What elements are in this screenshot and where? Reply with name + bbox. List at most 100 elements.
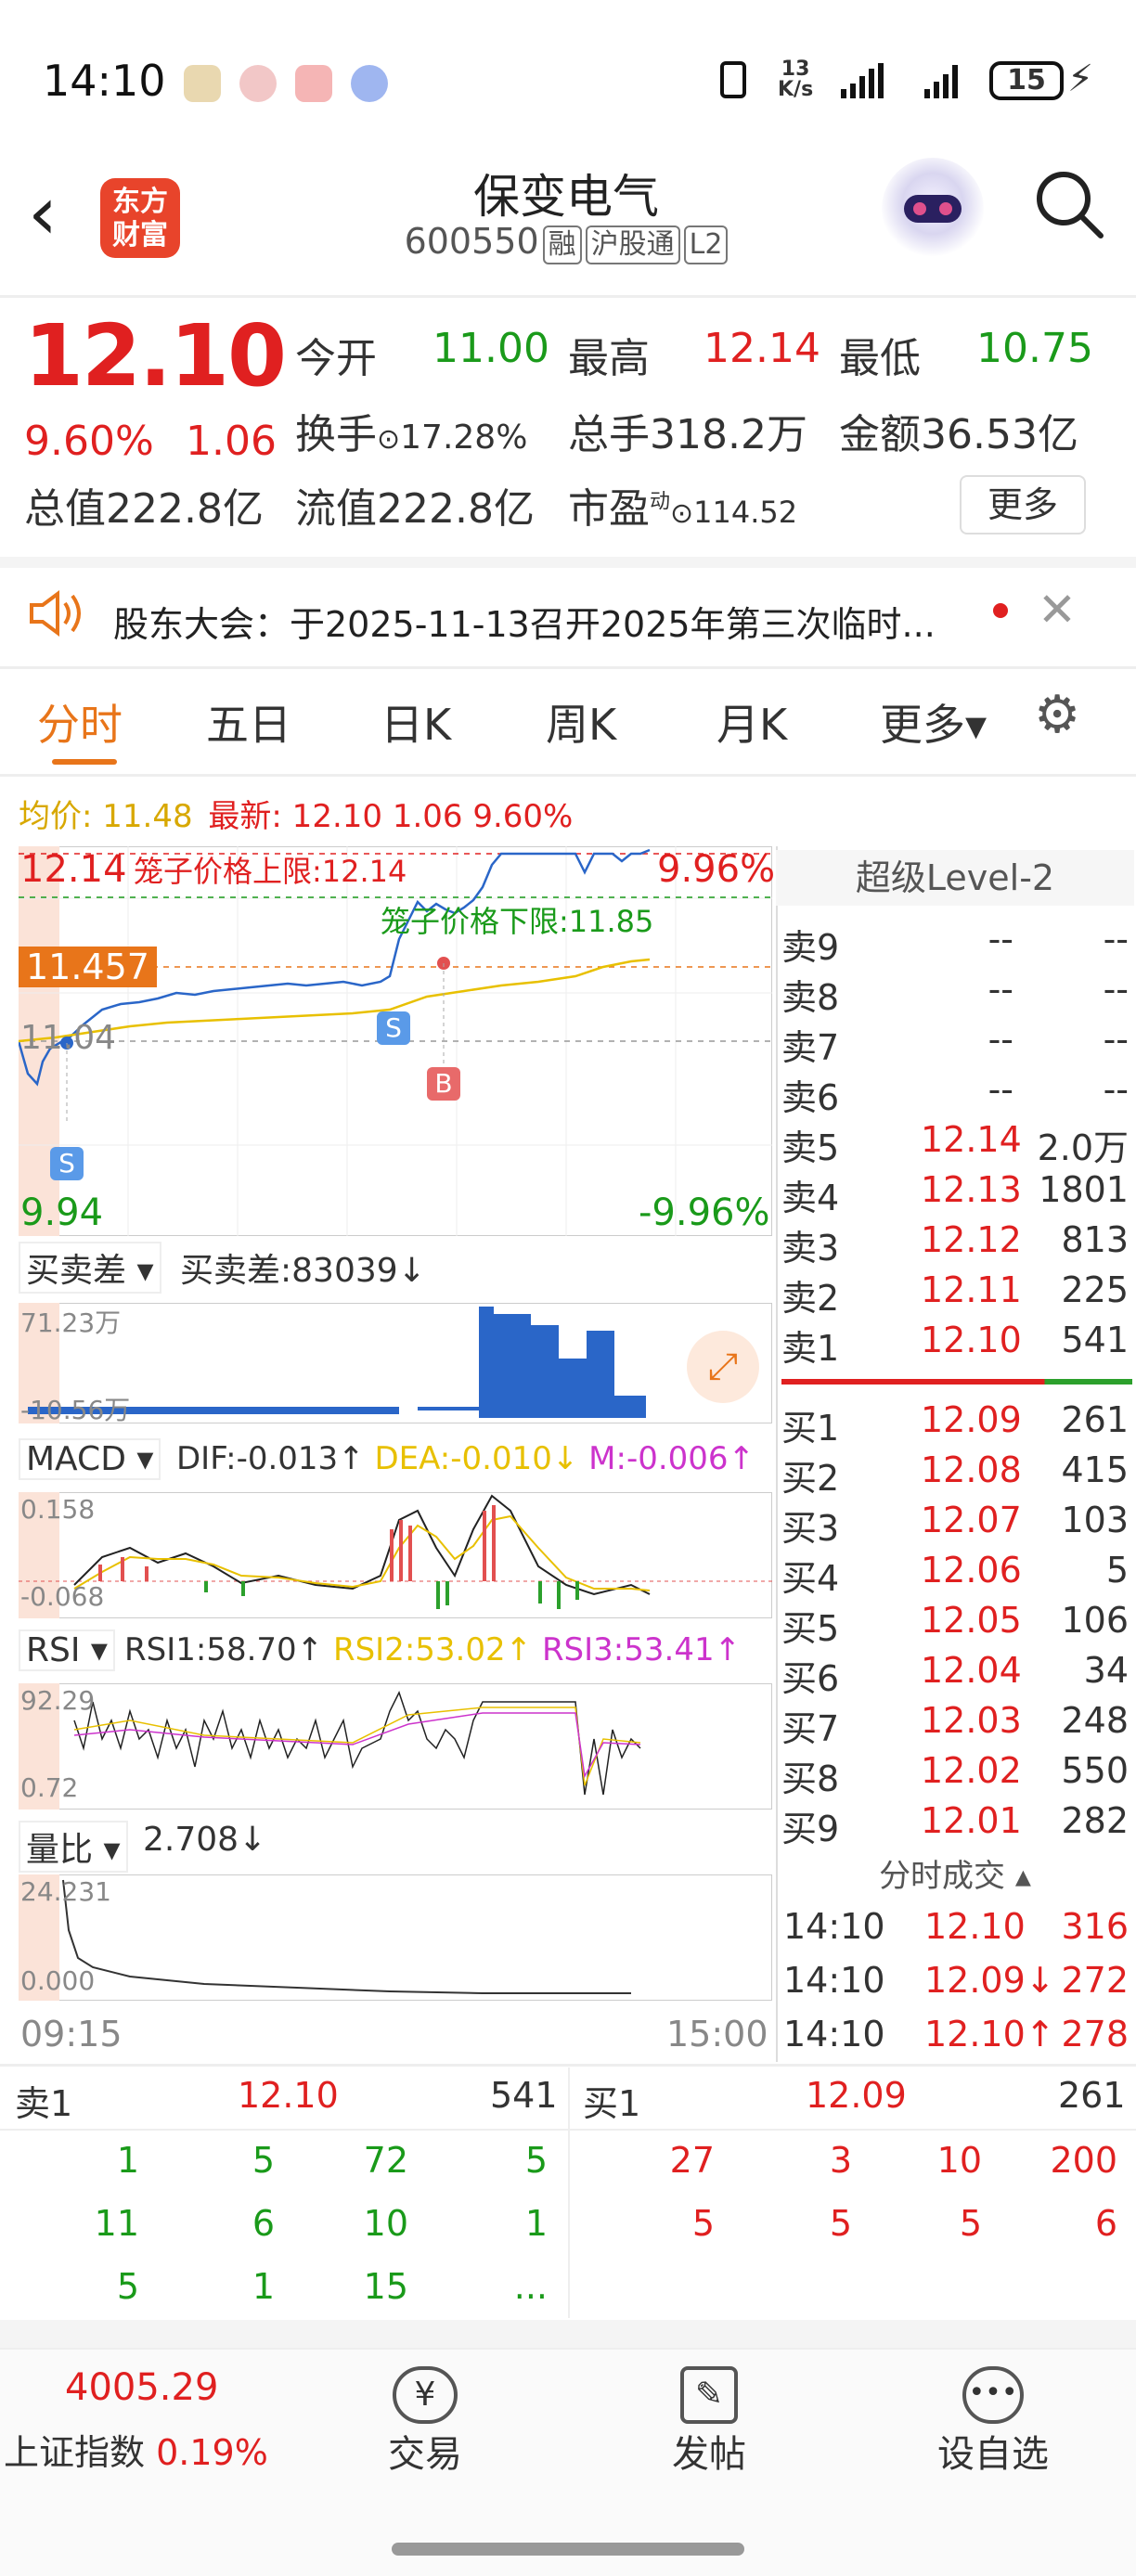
bid-row[interactable]: 买4 12.06 5 xyxy=(781,1550,1134,1600)
ask-row[interactable]: 卖3 12.12 813 xyxy=(781,1219,1134,1269)
upper-limit-label: 笼子价格上限:12.14 xyxy=(134,854,407,889)
bid-volume: 248 xyxy=(1061,1700,1129,1741)
level2-title[interactable]: 超级Level-2 xyxy=(776,850,1134,906)
home-indicator[interactable] xyxy=(392,2543,744,2556)
notice-text[interactable]: 股东大会：于2025-11-13召开2025年第三次临时... xyxy=(113,596,936,647)
sell-marker[interactable]: S xyxy=(377,1011,410,1045)
battery-icon: 15 xyxy=(989,61,1064,100)
buy-marker[interactable]: B xyxy=(427,1067,460,1101)
ask-row[interactable]: 卖4 12.13 1801 xyxy=(781,1169,1134,1219)
add-watchlist-button[interactable]: ••• 设自选 xyxy=(900,2366,1086,2478)
sell-marker[interactable]: S xyxy=(50,1147,84,1180)
ask-row[interactable]: 卖1 12.10 541 xyxy=(781,1320,1134,1370)
index-value[interactable]: 4005.29 xyxy=(65,2366,218,2409)
app-notification-icon xyxy=(351,65,388,102)
tab-daily-k[interactable]: 日K xyxy=(381,691,451,753)
ask-price: -- xyxy=(988,969,1013,1010)
macd-selector[interactable]: MACD ▾ xyxy=(19,1438,161,1480)
ask-row[interactable]: 卖9 -- -- xyxy=(781,919,1134,969)
ask-row[interactable]: 卖6 -- -- xyxy=(781,1069,1134,1119)
net-speed: 13 K/s xyxy=(778,58,814,101)
spread-selector[interactable]: 买卖差 ▾ xyxy=(19,1242,161,1294)
tick-volume: 316 xyxy=(1061,1906,1129,1947)
volume-ratio-chart xyxy=(19,1874,772,2001)
bid-row[interactable]: 买1 12.09 261 xyxy=(781,1399,1134,1449)
bid-level-label: 买4 xyxy=(781,1558,840,1599)
tick-row: 14:10 12.10 316 xyxy=(781,1906,1134,1956)
ask-level-label: 卖3 xyxy=(781,1228,840,1269)
bid-row[interactable]: 买3 12.07 103 xyxy=(781,1500,1134,1550)
bid-row[interactable]: 买5 12.05 106 xyxy=(781,1600,1134,1650)
more-dots-icon: ••• xyxy=(962,2366,1024,2424)
bid-row[interactable]: 买6 12.04 34 xyxy=(781,1650,1134,1700)
speaker-icon xyxy=(30,590,81,637)
tick-time: 14:10 xyxy=(783,1960,885,2001)
bid-row[interactable]: 买2 12.08 415 xyxy=(781,1449,1134,1500)
ask-row[interactable]: 卖7 -- -- xyxy=(781,1019,1134,1069)
queue-bid-cell: 5 xyxy=(829,2203,852,2244)
queue-ask-label: 卖1 xyxy=(15,2083,73,2124)
ask-row[interactable]: 卖2 12.11 225 xyxy=(781,1269,1134,1320)
queue-ask-cell: 5 xyxy=(524,2140,548,2181)
tick-volume: 272 xyxy=(1061,1960,1129,2001)
bid-row[interactable]: 买9 12.01 282 xyxy=(781,1800,1134,1850)
queue-ask-cell: 15 xyxy=(363,2266,408,2307)
search-icon[interactable] xyxy=(1032,167,1106,241)
prev-close-label: 11.04 xyxy=(20,1019,117,1057)
bid-level-label: 买1 xyxy=(781,1408,840,1449)
assistant-robot-icon[interactable] xyxy=(882,158,984,260)
ask-price: 12.13 xyxy=(921,1169,1022,1210)
expand-icon[interactable]: ⤢ xyxy=(687,1331,759,1403)
bid-price: 12.04 xyxy=(921,1650,1022,1691)
queue-ask-cell: 5 xyxy=(116,2266,139,2307)
rsi-max: 92.29 xyxy=(20,1685,96,1716)
bid-volume: 34 xyxy=(1083,1650,1129,1691)
tab-monthly-k[interactable]: 月K xyxy=(716,691,787,753)
queue-bid-cell: 200 xyxy=(1050,2140,1117,2181)
queue-ask-cell: 6 xyxy=(252,2203,275,2244)
trade-button[interactable]: ¥ 交易 xyxy=(332,2366,518,2478)
queue-bid-cell: 5 xyxy=(691,2203,715,2244)
tick-price: 12.09↓ xyxy=(924,1960,1055,2001)
bid-row[interactable]: 买8 12.02 550 xyxy=(781,1750,1134,1800)
back-icon[interactable]: ‹ xyxy=(28,176,84,260)
bid-price: 12.07 xyxy=(921,1500,1022,1540)
post-button[interactable]: ✎ 发帖 xyxy=(616,2366,802,2478)
tab-five-day[interactable]: 五日 xyxy=(206,691,291,753)
ticks-title[interactable]: 分时成交 ▴ xyxy=(776,1850,1134,1896)
crosshair-price-tag: 11.457 xyxy=(19,947,157,987)
volume: 总手318.2万 xyxy=(568,411,807,458)
edit-icon: ✎ xyxy=(680,2366,738,2424)
ask-volume: 2.0万 xyxy=(1037,1127,1129,1168)
settings-gear-icon[interactable]: ⚙ xyxy=(1034,685,1080,745)
ask-level-label: 卖7 xyxy=(781,1027,840,1068)
tab-more[interactable]: 更多▾ xyxy=(880,691,987,753)
volume-ratio-selector[interactable]: 量比 ▾ xyxy=(19,1821,128,1873)
queue-ask-cell: 1 xyxy=(116,2140,139,2181)
close-icon[interactable]: ✕ xyxy=(1038,583,1077,637)
stock-code-line: 600550 融沪股通 L2 xyxy=(334,221,798,264)
open-label: 今开 xyxy=(295,335,377,382)
more-button[interactable]: 更多 xyxy=(960,475,1086,535)
chart-top-pct: 9.96% xyxy=(657,848,776,891)
bid-level-label: 买9 xyxy=(781,1809,840,1849)
tab-weekly-k[interactable]: 周K xyxy=(546,691,616,753)
stock-name: 保变电气 xyxy=(473,170,659,224)
bid-volume: 261 xyxy=(1061,1399,1129,1440)
rsi-selector[interactable]: RSI ▾ xyxy=(19,1629,115,1671)
macd-max: 0.158 xyxy=(20,1494,96,1525)
turnover: 换手⊙17.28% xyxy=(295,411,528,458)
chart-top-price: 12.14 xyxy=(20,848,127,891)
low-value: 10.75 xyxy=(976,325,1093,372)
tick-price: 12.10↑ xyxy=(924,2014,1055,2054)
charging-icon: ⚡ xyxy=(1067,58,1094,100)
ask-row[interactable]: 卖8 -- -- xyxy=(781,969,1134,1019)
queue-ask-cell: 72 xyxy=(363,2140,408,2181)
tab-intraday[interactable]: 分时 xyxy=(37,691,123,753)
ask-row[interactable]: 卖5 12.14 2.0万 xyxy=(781,1119,1134,1169)
unread-dot xyxy=(993,603,1008,618)
bid-row[interactable]: 买7 12.03 248 xyxy=(781,1700,1134,1750)
bid-volume: 550 xyxy=(1061,1750,1129,1791)
index-name[interactable]: 上证指数 0.19% xyxy=(4,2424,268,2475)
ask-level-label: 卖2 xyxy=(781,1278,840,1319)
